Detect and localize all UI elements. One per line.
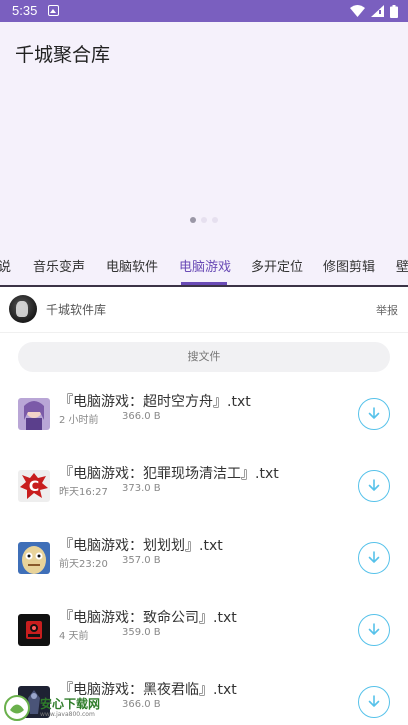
watermark-title: 安心下载网	[40, 697, 101, 711]
file-meta: 昨天16:27 373.0 B	[59, 483, 161, 498]
cartoon-face-thumbnail	[18, 542, 50, 574]
tab-pc-software[interactable]: 电脑软件	[106, 256, 158, 275]
tab-pc-games[interactable]: 电脑游戏	[179, 256, 231, 275]
file-time: 2 小时前	[59, 415, 99, 426]
file-time: 前天23:20	[59, 559, 108, 570]
list-item[interactable]: 『电脑游戏：超时空方舟』.txt 2 小时前 366.0 B	[0, 394, 408, 470]
notification-icon	[48, 5, 59, 16]
file-size: 366.0 B	[122, 411, 161, 422]
list-item[interactable]: 『电脑游戏：致命公司』.txt 4 天前 359.0 B	[0, 610, 408, 686]
status-bar: 5:35	[0, 0, 408, 22]
red-c-splatter-thumbnail: C	[18, 470, 50, 502]
file-name: 『电脑游戏：致命公司』.txt	[59, 610, 237, 626]
publisher-row: 千城软件库 举报	[0, 287, 408, 333]
file-size: 359.0 B	[122, 627, 161, 638]
category-tab-bar[interactable]: 说 音乐变声 电脑软件 电脑游戏 多开定位 修图剪辑 壁	[0, 245, 408, 287]
download-button[interactable]	[358, 686, 390, 718]
status-time: 5:35	[12, 3, 38, 18]
download-icon	[368, 623, 380, 635]
svg-text:C: C	[29, 479, 39, 495]
signal-icon	[371, 5, 384, 17]
tab-partial-right[interactable]: 壁	[396, 256, 408, 275]
wifi-icon	[350, 5, 365, 17]
file-meta: 前天23:20 357.0 B	[59, 555, 161, 570]
file-meta: 2 小时前 366.0 B	[59, 411, 161, 426]
header-banner: 千城聚合库	[0, 22, 408, 245]
anime-girl-thumbnail	[18, 398, 50, 430]
file-size: 357.0 B	[122, 555, 161, 566]
download-icon	[368, 407, 380, 419]
file-size: 366.0 B	[122, 699, 161, 710]
app-title: 千城聚合库	[15, 44, 111, 66]
site-watermark: 安心下载网 www.java800.com	[4, 693, 114, 723]
watermark-url: www.java800.com	[40, 711, 95, 718]
watermark-logo-icon	[4, 695, 30, 721]
search-placeholder: 搜文件	[187, 350, 221, 363]
carousel-dot[interactable]	[201, 217, 207, 223]
battery-icon	[390, 4, 398, 18]
download-button[interactable]	[358, 614, 390, 646]
report-button[interactable]: 举报	[376, 302, 398, 318]
tab-partial-left[interactable]: 说	[0, 256, 11, 275]
carousel-dot[interactable]	[212, 217, 218, 223]
tab-multi-open-location[interactable]: 多开定位	[251, 256, 303, 275]
download-icon	[368, 479, 380, 491]
tab-music-voice[interactable]: 音乐变声	[33, 256, 85, 275]
carousel-indicator	[0, 217, 408, 223]
download-button[interactable]	[358, 470, 390, 502]
file-name: 『电脑游戏：超时空方舟』.txt	[59, 394, 251, 410]
red-robot-thumbnail	[18, 614, 50, 646]
download-icon	[368, 695, 380, 707]
file-name: 『电脑游戏：划划划』.txt	[59, 538, 223, 554]
list-item[interactable]: 『电脑游戏：划划划』.txt 前天23:20 357.0 B	[0, 538, 408, 614]
list-item[interactable]: C 『电脑游戏：犯罪现场清洁工』.txt 昨天16:27 373.0 B	[0, 466, 408, 542]
publisher-name[interactable]: 千城软件库	[46, 301, 106, 318]
download-button[interactable]	[358, 398, 390, 430]
search-input[interactable]: 搜文件	[18, 342, 390, 372]
file-time: 4 天前	[59, 631, 89, 642]
tab-photo-video-edit[interactable]: 修图剪辑	[323, 256, 375, 275]
file-time: 昨天16:27	[59, 487, 108, 498]
file-meta: 4 天前 359.0 B	[59, 627, 161, 642]
avatar[interactable]	[9, 295, 37, 323]
download-icon	[368, 551, 380, 563]
carousel-dot[interactable]	[190, 217, 196, 223]
status-icons	[350, 3, 398, 19]
download-button[interactable]	[358, 542, 390, 574]
active-tab-indicator	[181, 282, 227, 285]
file-size: 373.0 B	[122, 483, 161, 494]
file-name: 『电脑游戏：犯罪现场清洁工』.txt	[59, 466, 279, 482]
